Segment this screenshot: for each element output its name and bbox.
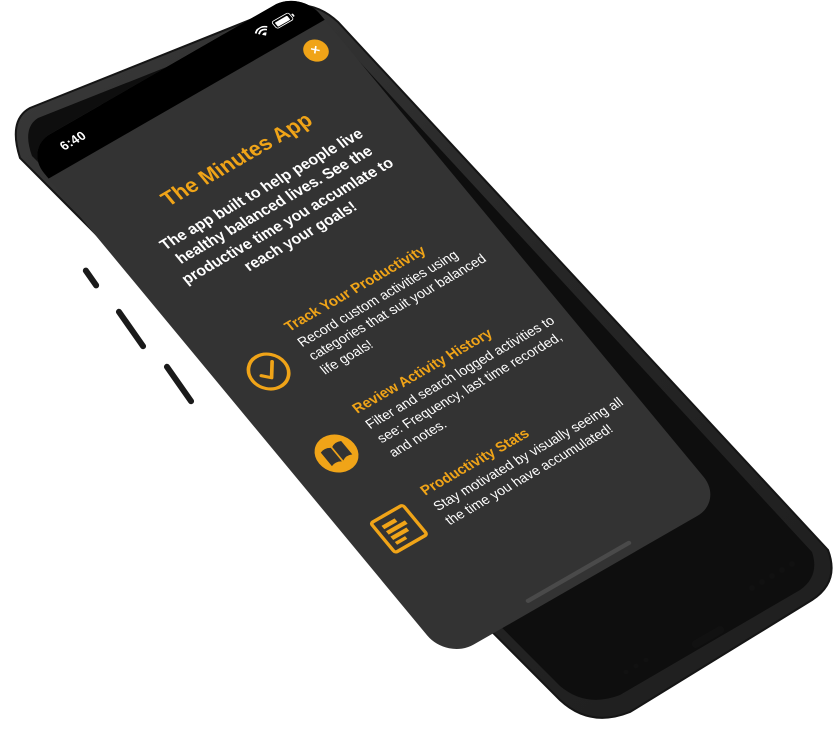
book-icon bbox=[314, 434, 359, 473]
side-button-volume-up bbox=[115, 308, 147, 350]
wifi-icon bbox=[254, 25, 268, 36]
stats-chart-icon bbox=[370, 504, 428, 554]
side-button-volume-down bbox=[163, 363, 195, 405]
side-button-mute bbox=[82, 267, 100, 289]
battery-icon bbox=[270, 11, 295, 30]
checkmark-circle-icon bbox=[246, 352, 291, 391]
close-icon: × bbox=[307, 42, 324, 58]
close-button[interactable]: × bbox=[298, 35, 334, 66]
status-time: 6:40 bbox=[56, 128, 90, 154]
status-icons bbox=[253, 11, 295, 40]
mockup-stage: 6:40 × The Minutes App The app built to … bbox=[0, 0, 840, 743]
